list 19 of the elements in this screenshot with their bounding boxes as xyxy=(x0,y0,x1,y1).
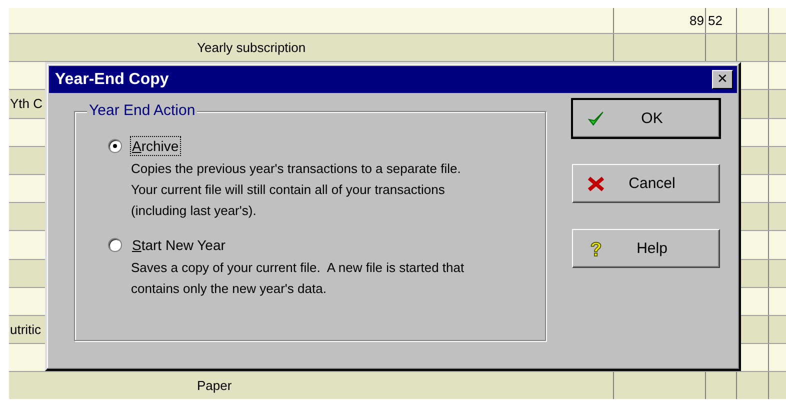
dialog-button[interactable]: Help xyxy=(572,229,720,268)
table-cell: 52 xyxy=(708,13,722,28)
option-description: Copies the previous year's transactions to a separate file. Your current file will still contain all of your transactions (including last year's). xyxy=(131,160,462,220)
table-cell: 89 xyxy=(690,13,704,28)
table-cell: Paper xyxy=(197,378,232,394)
option-label[interactable]: Archive xyxy=(130,136,181,156)
option-description: Saves a copy of your current file. A new file is started that contains only the new year's data. xyxy=(131,259,466,298)
table-cell: Yth C xyxy=(10,96,43,112)
radio-button[interactable] xyxy=(108,238,122,252)
cross-icon xyxy=(587,174,605,192)
window-title: Year-End Copy xyxy=(55,70,169,88)
check-icon xyxy=(587,110,605,128)
table-cell: utritic xyxy=(10,322,42,337)
close-button[interactable]: ✕ xyxy=(712,70,733,89)
dialog-button[interactable]: OK xyxy=(572,99,720,138)
table-cell: Yearly subscription xyxy=(197,40,306,56)
option-label[interactable]: Start New Year xyxy=(130,235,228,255)
radio-button[interactable] xyxy=(108,139,122,153)
dialog-button[interactable]: Cancel xyxy=(572,164,720,203)
